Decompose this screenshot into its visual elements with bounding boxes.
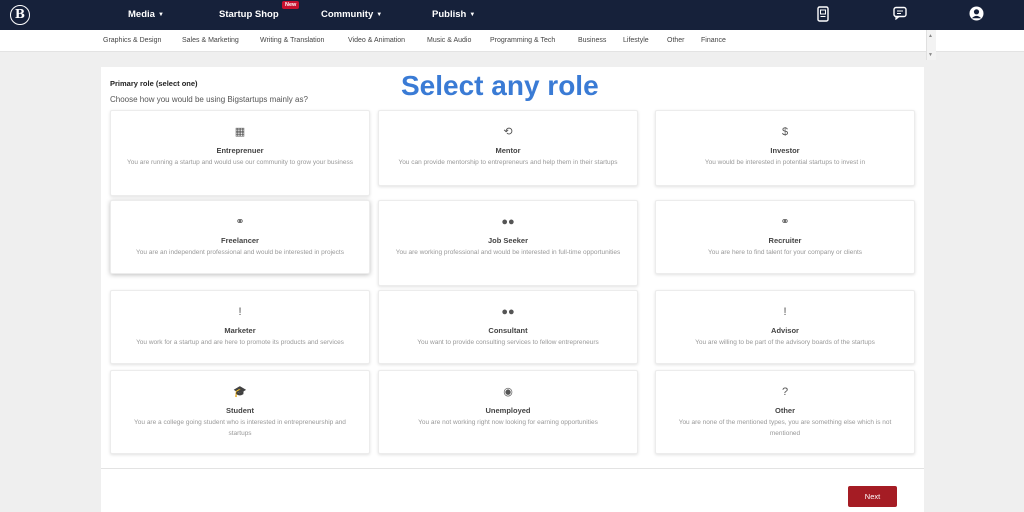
category-bar: Graphics & Design Sales & Marketing Writ… (0, 30, 1024, 52)
footer-divider (101, 468, 924, 469)
role-title: Marketer (224, 326, 256, 335)
role-title: Unemployed (485, 406, 531, 415)
handshake-icon: ⚭ (235, 216, 245, 228)
role-description: You would be interested in potential sta… (704, 159, 866, 166)
role-card-other[interactable]: ? Other You are none of the mentioned ty… (655, 370, 915, 454)
category-graphics-design[interactable]: Graphics & Design (103, 37, 161, 44)
role-description: You are none of the mentioned types, you… (678, 419, 892, 437)
role-card-recruiter[interactable]: ⚭ Recruiter You are here to find talent … (655, 200, 915, 274)
notes-icon[interactable] (816, 6, 830, 27)
nav-publish[interactable]: Publish ▼ (432, 9, 475, 20)
role-title: Freelancer (221, 236, 259, 245)
category-business[interactable]: Business (578, 37, 606, 44)
role-title: Student (226, 406, 254, 415)
category-programming-tech[interactable]: Programming & Tech (490, 37, 555, 44)
role-card-freelancer[interactable]: ⚭ Freelancer You are an independent prof… (110, 200, 370, 274)
nav-community[interactable]: Community ▼ (321, 9, 382, 20)
role-title: Advisor (771, 326, 799, 335)
role-title: Consultant (488, 326, 528, 335)
role-description: You are working professional and would b… (395, 249, 621, 256)
role-card-mentor[interactable]: ⟲ Mentor You can provide mentorship to e… (378, 110, 638, 186)
nav-media[interactable]: Media ▼ (128, 9, 164, 20)
category-video-animation[interactable]: Video & Animation (348, 37, 405, 44)
role-description: You are not working right now looking fo… (418, 419, 598, 426)
role-description: You are here to find talent for your com… (707, 249, 863, 256)
role-card-unemployed[interactable]: ◉ Unemployed You are not working right n… (378, 370, 638, 454)
role-title: Recruiter (768, 236, 802, 245)
category-writing-translation[interactable]: Writing & Translation (260, 37, 324, 44)
user-avatar-icon[interactable] (969, 6, 984, 26)
role-description: You are an independent professional and … (136, 249, 344, 256)
users-icon: ●● (501, 216, 515, 228)
top-navbar: B Media ▼ Startup Shop New Community ▼ Pub… (0, 0, 1024, 30)
section-title: Primary role (select one) (110, 79, 198, 88)
users-icon: ●● (501, 306, 515, 318)
graduation-cap-icon: 🎓 (233, 386, 247, 398)
section-subtitle: Choose how you would be using Bigstartup… (110, 95, 308, 104)
scroll-down-icon[interactable]: ▼ (928, 52, 933, 58)
handshake-icon: ⟲ (503, 126, 513, 138)
role-title: Other (774, 406, 795, 415)
role-card-marketer[interactable]: ! Marketer You work for a startup and ar… (110, 290, 370, 364)
role-card-advisor[interactable]: ! Advisor You are willing to be part of … (655, 290, 915, 364)
role-description: You can provide mentorship to entreprene… (398, 159, 618, 166)
role-description: You want to provide consulting services … (417, 339, 599, 346)
next-button[interactable]: Next (848, 486, 897, 507)
bigstartups-logo[interactable]: B (10, 5, 30, 25)
role-title: Job Seeker (487, 236, 529, 245)
category-other[interactable]: Other (667, 37, 685, 44)
chevron-down-icon: ▼ (157, 12, 164, 18)
role-description: You are a college going student who is i… (134, 419, 346, 437)
nav-startup-shop[interactable]: Startup Shop (219, 9, 279, 20)
role-card-consultant[interactable]: ●● Consultant You want to provide consul… (378, 290, 638, 364)
role-card-entrepreneur[interactable]: ▦ Entreprenuer You are running a startup… (110, 110, 370, 196)
category-lifestyle[interactable]: Lifestyle (623, 37, 649, 44)
chevron-down-icon: ▼ (469, 12, 476, 18)
role-title: Entreprenuer (216, 146, 264, 155)
scroll-up-icon[interactable]: ▲ (928, 33, 933, 39)
exclamation-icon: ! (238, 306, 242, 318)
role-description: You are willing to be part of the adviso… (695, 339, 875, 346)
new-badge: New (282, 1, 300, 9)
role-card-job-seeker[interactable]: ●● Job Seeker You are working profession… (378, 200, 638, 286)
overlay-title: Select any role (401, 70, 599, 101)
role-description: You work for a startup and are here to p… (136, 339, 344, 346)
role-description: You are running a startup and would use … (127, 159, 353, 166)
chevron-down-icon: ▼ (376, 12, 383, 18)
dollar-icon: $ (781, 126, 789, 138)
building-icon: ▦ (234, 126, 246, 138)
role-card-student[interactable]: 🎓 Student You are a college going studen… (110, 370, 370, 454)
handshake-icon: ⚭ (780, 216, 790, 228)
question-icon: ? (781, 386, 789, 398)
category-sales-marketing[interactable]: Sales & Marketing (182, 37, 239, 44)
role-card-investor[interactable]: $ Investor You would be interested in po… (655, 110, 915, 186)
role-title: Mentor (495, 146, 521, 155)
category-music-audio[interactable]: Music & Audio (427, 37, 471, 44)
chat-icon[interactable] (893, 6, 907, 25)
user-secret-icon: ◉ (503, 386, 513, 398)
role-title: Investor (770, 146, 800, 155)
category-finance[interactable]: Finance (701, 37, 726, 44)
exclamation-icon: ! (783, 306, 787, 318)
